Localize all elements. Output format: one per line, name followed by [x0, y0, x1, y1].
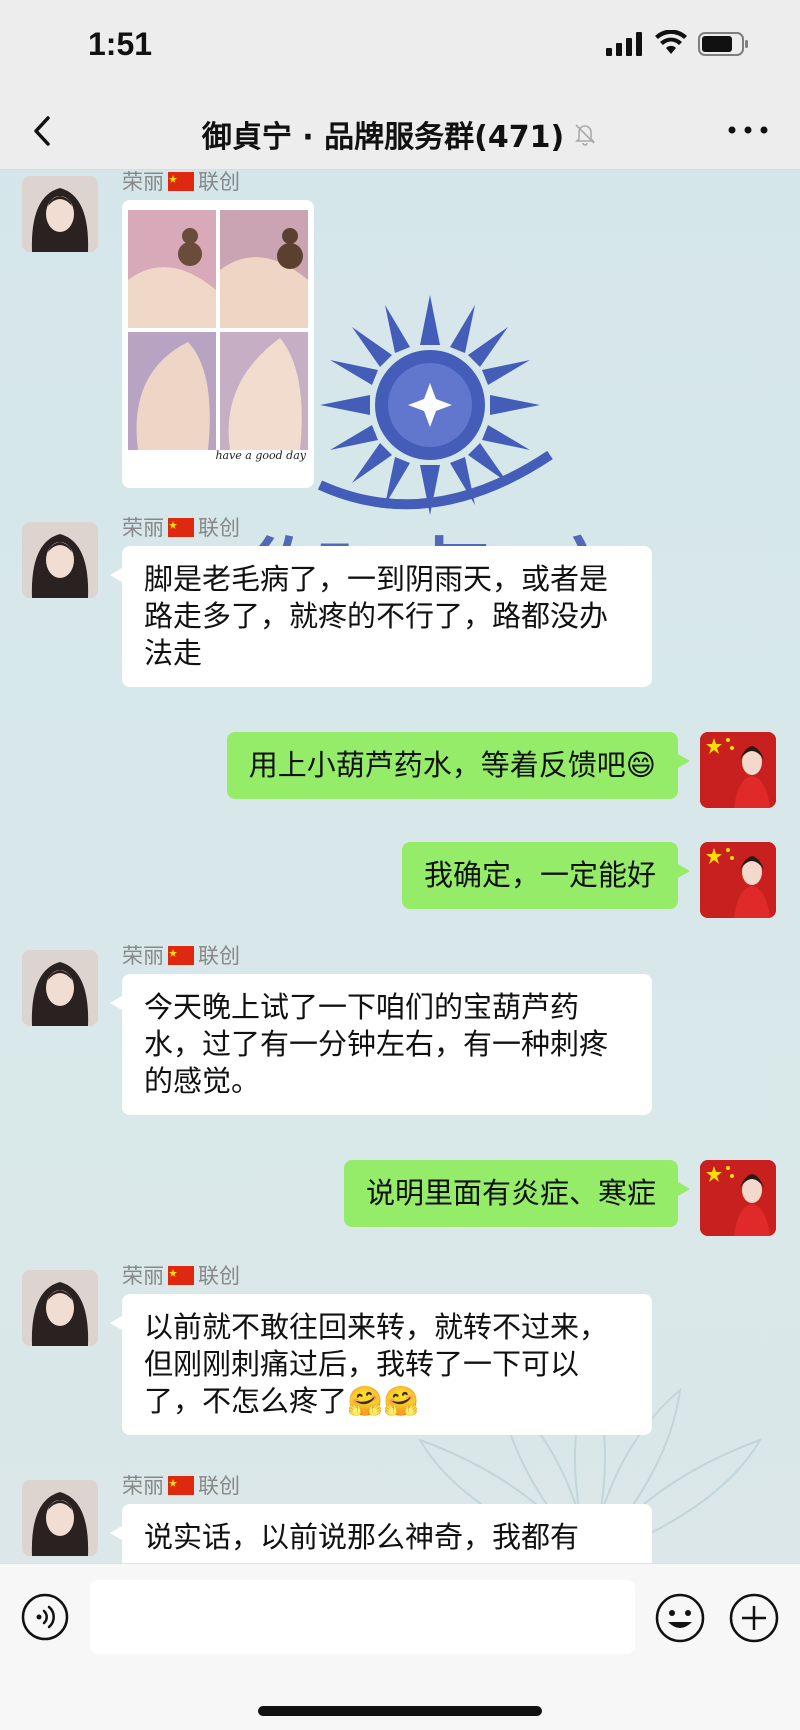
avatar[interactable]: [700, 732, 776, 808]
china-flag-icon: [168, 1476, 194, 1495]
avatar[interactable]: [22, 176, 98, 252]
sender-name: 荣丽 联创: [122, 516, 240, 540]
china-flag-icon: [168, 1266, 194, 1285]
mute-bell-icon: [575, 124, 596, 146]
add-icon[interactable]: [728, 1592, 780, 1644]
sender-name: 荣丽 联创: [122, 1474, 240, 1498]
foot-photo: [128, 332, 216, 450]
incoming-message[interactable]: 说实话，以前说那么神奇，我都有: [110, 1504, 652, 1563]
battery-icon: [698, 32, 748, 56]
china-flag-icon: [168, 172, 194, 191]
sender-name: 荣丽 联创: [122, 944, 240, 968]
chat-area[interactable]: 御貞宁 荣丽 联创 have a good day 荣丽 联创: [0, 170, 800, 1563]
avatar[interactable]: [700, 1160, 776, 1236]
outgoing-message[interactable]: 用上小葫芦药水，等着反馈吧😄: [226, 732, 691, 799]
avatar[interactable]: [22, 522, 98, 598]
incoming-message[interactable]: 今天晚上试了一下咱们的宝葫芦药水，过了有一分钟左右，有一种刺疼的感觉。: [110, 974, 652, 1115]
sender-name: 荣丽 联创: [122, 1264, 240, 1288]
outgoing-message[interactable]: 说明里面有炎症、寒症: [343, 1160, 691, 1227]
message-input[interactable]: [90, 1580, 635, 1654]
status-time: 1:51: [88, 26, 153, 62]
emoji-icon[interactable]: [654, 1592, 706, 1644]
wifi-icon: [655, 30, 687, 54]
avatar[interactable]: [700, 842, 776, 918]
image-message[interactable]: have a good day: [122, 200, 314, 488]
photo-caption: have a good day: [215, 449, 306, 462]
foot-photo: [220, 332, 308, 450]
input-bar: [0, 1563, 800, 1730]
avatar[interactable]: [22, 1480, 98, 1556]
signal-icon: [606, 32, 642, 56]
avatar[interactable]: [22, 950, 98, 1026]
incoming-message[interactable]: 脚是老毛病了，一到阴雨天，或者是路走多了，就疼的不行了，路都没办法走: [110, 546, 652, 687]
china-flag-icon: [168, 518, 194, 537]
chat-title-area[interactable]: 御貞宁 · 品牌服务群(471): [0, 112, 800, 156]
china-flag-icon: [168, 946, 194, 965]
home-indicator[interactable]: [258, 1706, 542, 1716]
voice-icon[interactable]: [20, 1592, 70, 1642]
status-bar: 1:51: [0, 0, 800, 92]
incoming-message[interactable]: 以前就不敢往回来转，就转不过来，但刚刚刺痛过后，我转了一下可以了，不怎么疼了🤗🤗: [110, 1294, 652, 1435]
foot-photo: [220, 210, 308, 328]
outgoing-message[interactable]: 我确定，一定能好: [401, 842, 691, 909]
sender-name: 荣丽 联创: [122, 170, 240, 194]
chat-title: 御貞宁 · 品牌服务群(471): [201, 120, 565, 155]
sun-logo-watermark: [317, 295, 553, 515]
more-icon[interactable]: [726, 120, 770, 140]
avatar[interactable]: [22, 1270, 98, 1346]
nav-bar: 御貞宁 · 品牌服务群(471): [0, 92, 800, 170]
foot-photo: [128, 210, 216, 328]
